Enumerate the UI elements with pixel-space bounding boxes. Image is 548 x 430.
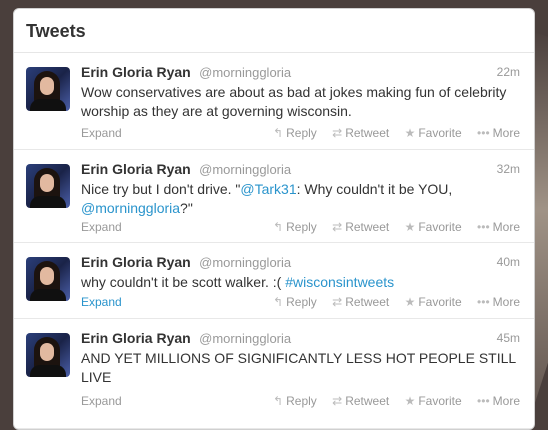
user-name[interactable]: Erin Gloria Ryan bbox=[81, 254, 191, 270]
panel-title: Tweets bbox=[26, 21, 86, 41]
retweet-button[interactable]: ⇄ Retweet bbox=[332, 394, 389, 408]
retweet-button[interactable]: ⇄ Retweet bbox=[332, 295, 389, 309]
star-icon: ★ bbox=[404, 394, 416, 408]
favorite-button[interactable]: ★ Favorite bbox=[405, 295, 462, 309]
tweet-timestamp[interactable]: 22m bbox=[497, 63, 520, 81]
user-name[interactable]: Erin Gloria Ryan bbox=[81, 161, 191, 177]
tweet-meta: Erin Gloria Ryan @morninggloria bbox=[81, 63, 520, 81]
star-icon: ★ bbox=[404, 126, 416, 140]
expand-link[interactable]: Expand bbox=[81, 126, 122, 140]
mention-link[interactable]: @morninggloria bbox=[81, 200, 180, 216]
tweet-actions: Expand ↰ Reply ⇄ Retweet ★ Favorite ••• More bbox=[81, 125, 520, 141]
retweet-button[interactable]: ⇄ Retweet bbox=[332, 220, 389, 234]
reply-icon: ↰ bbox=[273, 394, 284, 408]
hashtag-link[interactable]: #wisconsintweets bbox=[285, 274, 394, 290]
tweet-meta: Erin Gloria Ryan @morninggloria bbox=[81, 160, 520, 178]
panel-header: Tweets bbox=[14, 9, 534, 53]
tweet-timestamp[interactable]: 32m bbox=[497, 160, 520, 178]
tweet-timestamp[interactable]: 45m bbox=[497, 329, 520, 347]
user-handle[interactable]: @morninggloria bbox=[199, 162, 291, 177]
more-icon: ••• bbox=[477, 126, 490, 140]
tweet-item[interactable]: Erin Gloria Ryan @morninggloria 22m Wow … bbox=[14, 53, 534, 150]
favorite-button[interactable]: ★ Favorite bbox=[405, 126, 462, 140]
more-button[interactable]: ••• More bbox=[477, 220, 520, 234]
star-icon: ★ bbox=[404, 220, 416, 234]
expand-link[interactable]: Expand bbox=[81, 220, 122, 234]
retweet-icon: ⇄ bbox=[332, 394, 343, 408]
favorite-button[interactable]: ★ Favorite bbox=[405, 220, 462, 234]
reply-button[interactable]: ↰ Reply bbox=[273, 295, 317, 309]
more-icon: ••• bbox=[477, 220, 490, 234]
avatar[interactable] bbox=[26, 333, 70, 377]
reply-button[interactable]: ↰ Reply bbox=[273, 220, 317, 234]
expand-link[interactable]: Expand bbox=[81, 295, 122, 309]
more-button[interactable]: ••• More bbox=[477, 295, 520, 309]
retweet-icon: ⇄ bbox=[332, 126, 343, 140]
user-name[interactable]: Erin Gloria Ryan bbox=[81, 330, 191, 346]
tweet-actions: Expand ↰ Reply ⇄ Retweet ★ Favorite ••• More bbox=[81, 393, 520, 409]
tweet-actions: Expand ↰ Reply ⇄ Retweet ★ Favorite ••• More bbox=[81, 219, 520, 235]
tweet-item[interactable]: Erin Gloria Ryan @morninggloria 40m why … bbox=[14, 243, 534, 319]
tweet-meta: Erin Gloria Ryan @morninggloria bbox=[81, 253, 520, 271]
retweet-icon: ⇄ bbox=[332, 295, 343, 309]
more-button[interactable]: ••• More bbox=[477, 394, 520, 408]
user-handle[interactable]: @morninggloria bbox=[199, 331, 291, 346]
user-handle[interactable]: @morninggloria bbox=[199, 65, 291, 80]
tweet-text: Nice try but I don't drive. "@Tark31: Wh… bbox=[81, 181, 453, 216]
reply-icon: ↰ bbox=[273, 295, 284, 309]
reply-icon: ↰ bbox=[273, 126, 284, 140]
avatar[interactable] bbox=[26, 257, 70, 301]
tweet-text: why couldn't it be scott walker. :( #wis… bbox=[81, 274, 395, 290]
tweet-actions: Expand ↰ Reply ⇄ Retweet ★ Favorite ••• More bbox=[81, 294, 520, 310]
tweet-meta: Erin Gloria Ryan @morninggloria bbox=[81, 329, 520, 347]
expand-link[interactable]: Expand bbox=[81, 394, 122, 408]
avatar[interactable] bbox=[26, 164, 70, 208]
tweet-item[interactable]: Erin Gloria Ryan @morninggloria 32m Nice… bbox=[14, 150, 534, 243]
retweet-icon: ⇄ bbox=[332, 220, 343, 234]
retweet-button[interactable]: ⇄ Retweet bbox=[332, 126, 389, 140]
tweet-item[interactable]: Erin Gloria Ryan @morninggloria 45m AND … bbox=[14, 319, 534, 429]
more-button[interactable]: ••• More bbox=[477, 126, 520, 140]
user-name[interactable]: Erin Gloria Ryan bbox=[81, 64, 191, 80]
more-icon: ••• bbox=[477, 394, 490, 408]
reply-button[interactable]: ↰ Reply bbox=[273, 394, 317, 408]
tweet-text: AND YET MILLIONS OF SIGNIFICANTLY LESS H… bbox=[81, 350, 516, 385]
reply-icon: ↰ bbox=[273, 220, 284, 234]
avatar[interactable] bbox=[26, 67, 70, 111]
tweet-timestamp[interactable]: 40m bbox=[497, 253, 520, 271]
mention-link[interactable]: @Tark31 bbox=[240, 181, 296, 197]
tweet-text: Wow conservatives are about as bad at jo… bbox=[81, 84, 507, 119]
more-icon: ••• bbox=[477, 295, 490, 309]
star-icon: ★ bbox=[404, 295, 416, 309]
favorite-button[interactable]: ★ Favorite bbox=[405, 394, 462, 408]
reply-button[interactable]: ↰ Reply bbox=[273, 126, 317, 140]
user-handle[interactable]: @morninggloria bbox=[199, 255, 291, 270]
tweets-panel: Tweets Erin Gloria Ryan @morninggloria 2… bbox=[13, 8, 535, 430]
